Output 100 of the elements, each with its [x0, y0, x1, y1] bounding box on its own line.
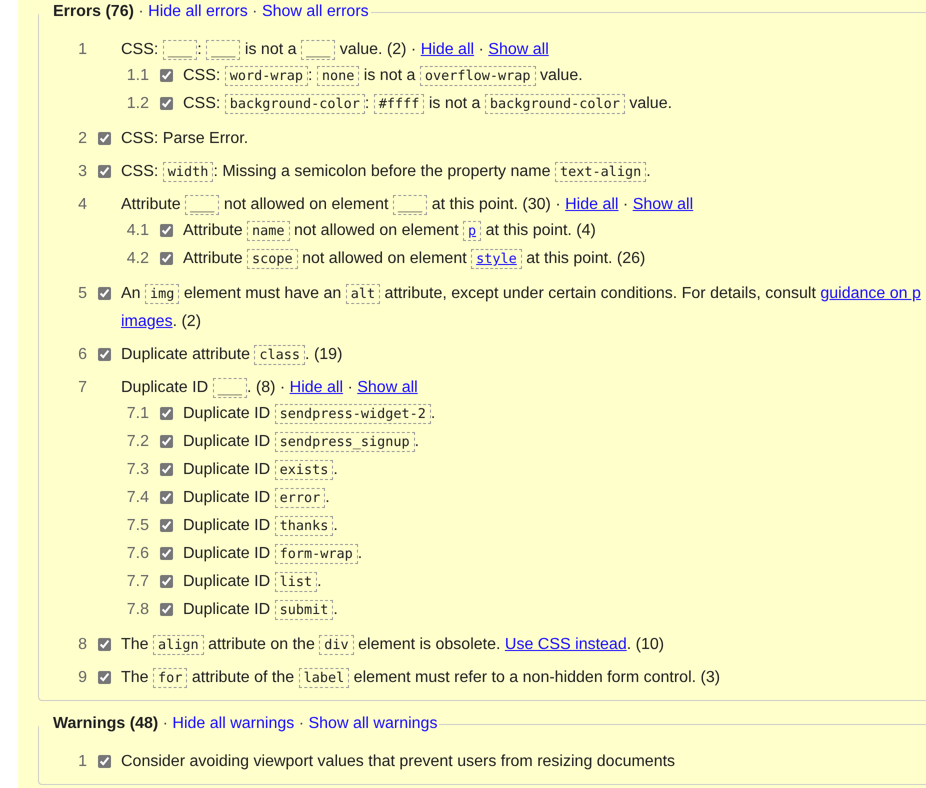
checkbox[interactable] [160, 252, 172, 265]
checkbox[interactable] [160, 407, 172, 420]
message-text: : [364, 95, 370, 112]
code-token: ___ [162, 40, 198, 60]
message-text: . [333, 461, 338, 478]
message-text: attribute on the [207, 636, 316, 653]
code-token: submit [274, 600, 334, 620]
item-number: 2 [77, 129, 87, 149]
checkbox[interactable] [160, 97, 172, 110]
message-text: value. [538, 67, 583, 84]
checkbox[interactable] [98, 132, 110, 145]
message-text: . (8) · [246, 379, 286, 396]
checkbox[interactable] [98, 165, 110, 178]
code-token: word-wrap [224, 66, 308, 86]
link[interactable]: Show all [632, 196, 694, 213]
item-number: 5 [77, 284, 87, 304]
message-text: attribute of the [190, 669, 296, 686]
message-text: Duplicate ID [183, 545, 272, 562]
code-token: scope [247, 249, 298, 269]
message-text: not allowed on element [301, 250, 468, 267]
checkbox[interactable] [160, 435, 172, 448]
message-text: Duplicate ID [183, 405, 272, 422]
message-text: Duplicate ID [183, 461, 272, 478]
message-text: . (10) [626, 636, 664, 653]
code-token: sendpress-widget-2 [274, 404, 431, 424]
checkbox[interactable] [160, 491, 172, 504]
link[interactable]: Hide all [420, 41, 474, 58]
message-text: . (2) [172, 313, 202, 330]
checkbox[interactable] [160, 519, 172, 532]
message-text: Duplicate ID [183, 489, 272, 506]
message-text: not allowed on element [292, 222, 460, 239]
code-token: overflow-wrap [420, 66, 536, 86]
code-token: ___ [392, 195, 428, 215]
code-token: exists [274, 460, 334, 480]
message-text: : Missing a semicolon before the property name [213, 163, 552, 180]
link[interactable]: Use CSS instead [504, 636, 627, 653]
checkbox[interactable] [160, 69, 172, 82]
link[interactable]: Hide all [290, 379, 344, 396]
link[interactable]: Hide all errors [148, 3, 248, 20]
code-token: name [247, 221, 290, 241]
message-text: · [622, 196, 630, 213]
checkbox[interactable] [98, 348, 110, 361]
link[interactable]: Hide all [565, 196, 618, 213]
message-text: Duplicate ID [183, 573, 272, 590]
message-text: . [333, 517, 338, 534]
message-text: at this point. (26) [525, 250, 646, 267]
message-text: CSS: [183, 67, 222, 84]
message-text: element must refer to a non-hidden form control. (3) [352, 669, 720, 686]
code-token: class [254, 345, 306, 365]
message-text: CSS: [183, 95, 222, 112]
checkbox[interactable] [160, 575, 172, 588]
item-number: 1 [77, 40, 87, 60]
checkbox[interactable] [98, 638, 110, 651]
message-text: · [478, 41, 485, 58]
message-text: : [197, 41, 203, 58]
checkbox[interactable] [98, 671, 110, 684]
message-text: element must have an [182, 285, 342, 302]
item-number: 4.1 [126, 221, 149, 241]
link[interactable]: Show all warnings [308, 715, 438, 732]
item-number: 3 [77, 162, 87, 182]
item-number: 7.6 [126, 544, 149, 564]
message-text: is not a [362, 67, 416, 84]
checkbox[interactable] [160, 603, 172, 616]
link[interactable]: images [121, 310, 173, 334]
checkbox[interactable] [98, 755, 110, 768]
message-text: Duplicate ID [183, 433, 272, 450]
message-text: Attribute [183, 250, 244, 267]
checkbox[interactable] [160, 547, 172, 560]
message-text: . [414, 433, 420, 450]
checkbox[interactable] [160, 463, 172, 476]
code-token: ___ [185, 195, 220, 215]
message-text: is not a [244, 41, 298, 58]
message-text: at this point. (4) [484, 222, 596, 239]
code-token: alt [346, 284, 380, 304]
code-token: #ffff [374, 94, 424, 114]
code-token: for [153, 668, 188, 688]
message-text: CSS: [121, 41, 160, 58]
message-text: · [346, 379, 354, 396]
checkbox[interactable] [160, 224, 172, 237]
link[interactable]: guidance on p [820, 285, 921, 302]
code-token: div [319, 635, 354, 655]
checkbox[interactable] [98, 287, 110, 300]
code-token: none [316, 66, 360, 86]
code-token: width [162, 162, 214, 182]
link[interactable]: Hide all warnings [172, 715, 294, 732]
link[interactable]: Show all [357, 379, 418, 396]
code-token: img [145, 284, 180, 304]
link[interactable]: Show all errors [262, 3, 369, 20]
separator-text: · [162, 715, 169, 732]
message-text: : [308, 67, 314, 84]
item-number: 4 [77, 195, 87, 215]
item-number: 4.2 [126, 249, 149, 269]
item-number: 7 [77, 378, 87, 398]
item-number: 1.2 [126, 94, 149, 114]
item-number: 1.1 [126, 66, 149, 86]
link[interactable]: Show all [488, 41, 549, 58]
message-text: CSS: Parse Error. [121, 130, 248, 147]
item-number: 7.3 [126, 460, 149, 480]
message-text: value. [628, 95, 672, 112]
item-number: 7.7 [126, 572, 149, 592]
